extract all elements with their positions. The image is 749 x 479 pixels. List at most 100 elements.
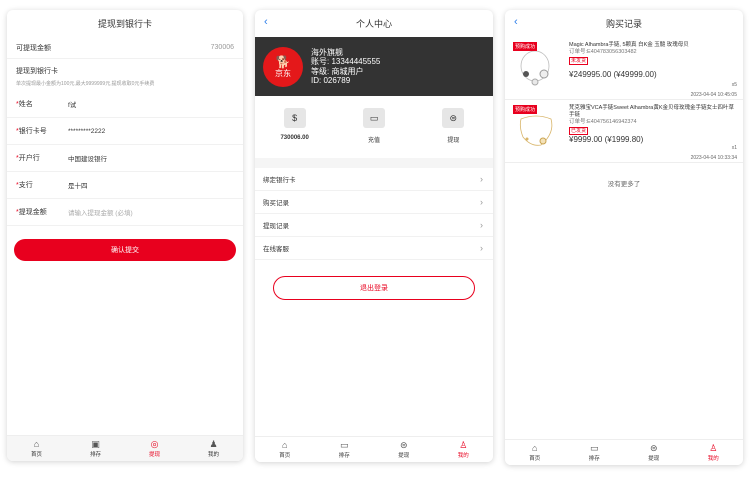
tab-stock[interactable]: ▭ 排存: [315, 437, 375, 462]
withdraw-stat[interactable]: ⊜ 提现: [414, 108, 493, 158]
logout-button[interactable]: 退出登录: [273, 276, 475, 300]
account: 账号: 13344445555: [311, 57, 381, 66]
tab-mine[interactable]: ♟ 我的: [184, 436, 243, 461]
balance-amount: 730006.00: [280, 135, 309, 141]
order-number: 订单号:E404783056303482: [569, 49, 637, 55]
recharge-label: 充值: [367, 138, 380, 144]
order-item[interactable]: 预购成功 Magic Alhambra手链, 5颗真 白K金 玉髓 玫瑰母贝 订…: [505, 37, 743, 100]
chevron-right-icon: ›: [480, 243, 483, 253]
tab-bar: ⌂ 首页 ▣ 排存 ◎ 提现 ♟ 我的: [7, 435, 243, 461]
chevron-right-icon: ›: [480, 197, 483, 207]
page-title: 提现到银行卡: [97, 19, 152, 29]
order-ribbon: 预购成功: [513, 105, 538, 114]
balance-stat[interactable]: $ 730006.00: [255, 108, 334, 158]
page-header: ‹ 购买记录: [505, 10, 743, 37]
status-badge: 未发货: [569, 57, 589, 65]
logo-text: 京东: [275, 69, 291, 78]
box-icon: ▭: [339, 440, 349, 450]
page-title: 购买记录: [605, 19, 642, 29]
box-icon: ▭: [589, 443, 599, 453]
product-image: 预购成功: [511, 42, 561, 92]
user-icon: ♟: [209, 439, 218, 449]
user-card: 🐕 京东 海外旗舰 账号: 13344445555 等级: 商城用户 ID: 0…: [255, 37, 493, 96]
page-header: 提现到银行卡: [7, 10, 243, 37]
tab-mine[interactable]: ♙ 我的: [434, 437, 494, 462]
page-header: ‹ 个人中心: [255, 10, 493, 37]
withdraw-icon: ⊜: [649, 443, 658, 453]
card-number-field[interactable]: *银行卡号 *********2222: [7, 118, 243, 145]
tab-home[interactable]: ⌂ 首页: [505, 440, 565, 465]
withdraw-icon: ⊜: [442, 108, 465, 128]
name-field[interactable]: *姓名 f试: [7, 91, 243, 118]
tab-stock[interactable]: ▣ 排存: [66, 436, 125, 461]
card-number-label: 银行卡号: [18, 128, 47, 135]
menu-withdraw-records[interactable]: 提现记录 ›: [255, 214, 493, 237]
branch-field[interactable]: *支行 是十四: [7, 172, 243, 199]
withdraw-notice: 提现到银行卡 单次提现最小金额为100元,最大9999999元,提现收取0元手续…: [7, 59, 243, 91]
bank-label: 开户行: [18, 155, 40, 162]
back-icon[interactable]: ‹: [264, 16, 268, 28]
name-field-value[interactable]: f试: [68, 99, 76, 109]
branch-label: 支行: [18, 182, 33, 189]
withdraw-screen: 提现到银行卡 可提现金额 730006 提现到银行卡 单次提现最小金额为100元…: [7, 10, 243, 461]
bank-value[interactable]: 中国建设银行: [68, 153, 107, 163]
order-number: 订单号:E404756146942374: [569, 119, 637, 125]
wallet-icon: ▭: [362, 108, 385, 128]
name-field-label: 姓名: [18, 101, 33, 108]
product-name: Magic Alhambra手链, 5颗真 白K金 玉髓 玫瑰母贝: [569, 42, 689, 48]
product-image: 预购成功: [511, 105, 561, 155]
order-date: 2023-04-04 10:33:34: [690, 155, 737, 161]
tab-withdraw[interactable]: ⊜ 提现: [374, 437, 434, 462]
amount-label: 提现金额: [18, 209, 47, 216]
order-ribbon: 预购成功: [513, 42, 538, 51]
tab-bar: ⌂ 首页 ▭ 排存 ⊜ 提现 ♙ 我的: [505, 439, 743, 465]
home-icon: ⌂: [532, 443, 538, 453]
card-number-value[interactable]: *********2222: [68, 128, 105, 135]
page-title: 个人中心: [355, 19, 392, 29]
user-icon: ♙: [709, 443, 718, 453]
withdraw-icon: ◎: [150, 439, 159, 449]
menu-purchase-records[interactable]: 购买记录 ›: [255, 191, 493, 214]
amount-field[interactable]: *提现金额 请输入提现金额 (必填): [7, 199, 243, 226]
recharge-stat[interactable]: ▭ 充值: [334, 108, 413, 158]
balance-label: 可提现金额: [16, 44, 51, 52]
no-more-text: 没有更多了: [607, 181, 641, 188]
submit-button[interactable]: 确认提交: [14, 239, 236, 261]
menu-online-service[interactable]: 在线客服 ›: [255, 237, 493, 260]
order-price: ¥249995.00 (¥49999.00): [569, 70, 657, 79]
order-qty: x1: [731, 145, 737, 151]
product-name: 梵克雅宝VCA手链Sweet Alhambra黄K金贝母玫瑰金手链女士四叶草手链: [569, 105, 735, 118]
tab-stock[interactable]: ▭ 排存: [565, 440, 625, 465]
tab-home[interactable]: ⌂ 首页: [7, 436, 66, 461]
tab-bar: ⌂ 首页 ▭ 排存 ⊜ 提现 ♙ 我的: [255, 436, 493, 462]
profile-screen: ‹ 个人中心 🐕 京东 海外旗舰 账号: 13344445555 等级: 商城用…: [255, 10, 493, 462]
bank-field[interactable]: *开户行 中国建设银行: [7, 145, 243, 172]
order-item[interactable]: 预购成功 梵克雅宝VCA手链Sweet Alhambra黄K金贝母玫瑰金手链女士…: [505, 100, 743, 163]
order-date: 2023-04-04 10:45:05: [690, 92, 737, 98]
stats-row: $ 730006.00 ▭ 充值 ⊜ 提现: [255, 96, 493, 158]
branch-value[interactable]: 是十四: [68, 180, 88, 190]
menu-bind-card[interactable]: 绑定银行卡 ›: [255, 168, 493, 191]
user-icon: ♙: [459, 440, 468, 450]
order-price: ¥9999.00 (¥1999.80): [569, 135, 644, 144]
box-icon: ▣: [91, 439, 100, 449]
user-id: ID: 026789: [311, 76, 351, 85]
tab-withdraw[interactable]: ⊜ 提现: [624, 440, 684, 465]
amount-input[interactable]: 请输入提现金额 (必填): [68, 207, 133, 217]
notice-title: 提现到银行卡: [16, 68, 58, 75]
tab-withdraw[interactable]: ◎ 提现: [125, 436, 184, 461]
nickname: 海外旗舰: [311, 47, 343, 57]
chevron-right-icon: ›: [480, 174, 483, 184]
tab-mine[interactable]: ♙ 我的: [684, 440, 744, 465]
back-icon[interactable]: ‹: [514, 16, 518, 28]
chevron-right-icon: ›: [480, 220, 483, 230]
jd-logo: 🐕 京东: [263, 46, 303, 87]
home-icon: ⌂: [33, 439, 40, 449]
withdraw-icon: ⊜: [399, 440, 408, 450]
notice-text: 单次提现最小金额为100元,最大9999999元,提现收取0元手续费: [16, 81, 155, 87]
balance-row: 可提现金额 730006: [7, 37, 243, 59]
level: 等级: 商城用户: [311, 66, 364, 76]
divider: [255, 158, 493, 168]
jd-dog-icon: 🐕: [275, 55, 291, 69]
tab-home[interactable]: ⌂ 首页: [255, 437, 315, 462]
